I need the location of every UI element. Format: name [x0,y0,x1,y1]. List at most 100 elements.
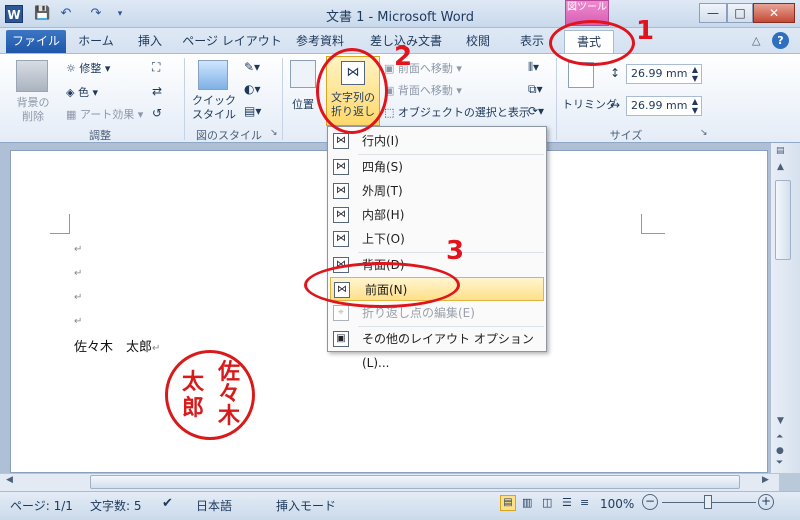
stamp-char: 木 [218,403,241,429]
menu-item-top-bottom[interactable]: ⋈ 上下(O) [328,227,546,251]
maximize-button[interactable]: □ [727,3,753,23]
reset-picture-icon[interactable]: ↺ [152,106,162,120]
art-effects-icon: ▦ [66,108,80,121]
tab-insert[interactable]: 挿入 [128,30,172,53]
group-icon[interactable]: ⧉▾ [528,82,543,97]
zoom-in-icon[interactable]: + [758,494,774,510]
picture-layout-icon[interactable]: ▤▾ [244,104,261,118]
menu-item-through[interactable]: ⋈ 内部(H) [328,203,546,227]
wrap-through-icon: ⋈ [333,207,349,223]
position-icon [290,60,316,88]
group-separator [282,58,283,140]
change-picture-icon[interactable]: ⇄ [152,84,162,98]
seal-stamp-image[interactable]: 佐 々 木 太 郎 [165,350,255,440]
menu-item-square[interactable]: ⋈ 四角(S) [328,155,546,179]
width-spinner-icon[interactable]: ▲ ▼ [692,97,698,115]
zoom-level[interactable]: 100% [600,497,634,511]
group-separator [184,58,185,140]
picture-border-icon[interactable]: ✎▾ [244,60,260,74]
remove-background-button[interactable]: 背景の 削除 [12,96,54,124]
status-word-count[interactable]: 文字数: 5 [90,497,142,514]
stamp-char: 々 [218,381,241,407]
full-screen-reading-icon[interactable]: ▥ [522,496,532,509]
quick-styles-icon [198,60,228,90]
group-separator [556,58,557,140]
web-layout-icon[interactable]: ◫ [542,496,552,509]
margin-corner-top-right [641,214,665,234]
color-palette-icon: ◈ [66,86,78,99]
scroll-down-icon[interactable]: ▼ [777,416,784,426]
tab-file[interactable]: ファイル [6,30,66,53]
next-page-icon[interactable]: ⏷ [776,458,783,468]
width-icon: ↔ [610,98,621,112]
status-page[interactable]: ページ: 1/1 [10,497,73,514]
group-label-picture-styles: 図のスタイル [196,129,262,142]
crop-button[interactable]: トリミング [562,96,617,112]
height-spinner-icon[interactable]: ▲ ▼ [692,65,698,83]
picture-effects-icon[interactable]: ◐▾ [244,82,261,96]
selection-pane-button[interactable]: ⬚ オブジェクトの選択と表示 [384,104,530,120]
edit-wrap-points-icon: ⌖ [333,305,349,321]
zoom-out-icon[interactable]: − [642,494,658,510]
sun-icon: ☼ [66,62,80,75]
wrap-top-bottom-icon: ⋈ [333,231,349,247]
wrap-tight-icon: ⋈ [333,183,349,199]
wrap-square-icon: ⋈ [333,159,349,175]
layout-options-icon: ▣ [333,331,349,347]
scroll-left-icon[interactable]: ◀ [6,475,13,485]
tab-review[interactable]: 校閲 [456,30,500,53]
position-button[interactable]: 位置 [288,96,318,112]
rotate-icon[interactable]: ⟳▾ [528,104,544,118]
draft-view-icon[interactable]: ≡ [580,496,589,509]
wrap-text-dropdown: ⋈ 行内(I) ⋈ 四角(S) ⋈ 外周(T) ⋈ 内部(H) ⋈ 上下(O) ⋈ 背面(D… [327,126,547,370]
send-backward-button[interactable]: ▣ 背面へ移動 ▾ [384,82,462,98]
annotation-number-1: 1 [636,16,655,46]
status-insert-mode[interactable]: 挿入モード [276,497,336,514]
menu-item-tight[interactable]: ⋈ 外周(T) [328,179,546,203]
tab-page-layout[interactable]: ページ レイアウト [182,30,282,53]
stamp-char: 佐 [218,359,241,385]
annotation-circle-2 [316,48,388,134]
outline-view-icon[interactable]: ☰ [562,496,572,509]
minimize-button[interactable]: — [699,3,727,23]
tab-view[interactable]: 表示 [510,30,554,53]
corrections-button[interactable]: ☼ 修整 ▾ [66,60,158,76]
menu-item-more-layout-options[interactable]: ▣ その他のレイアウト オプション(L)... [328,327,546,370]
print-layout-view-icon[interactable]: ▤ [500,495,516,511]
stamp-char: 太 [182,369,205,395]
align-icon[interactable]: ⫴▾ [528,60,539,75]
paragraph-mark: ↵ [74,316,83,327]
previous-page-icon[interactable]: ⏶ [776,432,783,442]
height-icon: ↕ [610,66,621,80]
ribbon-collapse-icon[interactable]: △ [752,34,760,47]
scroll-right-icon[interactable]: ▶ [762,475,769,485]
horizontal-scroll-thumb[interactable] [90,475,740,489]
proofing-icon[interactable]: ✔ [162,496,173,511]
browse-object-icon[interactable]: ● [776,446,784,456]
status-language[interactable]: 日本語 [196,497,232,514]
dialog-launcher-icon[interactable]: ↘ [700,128,708,138]
height-field[interactable]: 26.99 mm ▲ ▼ [626,64,702,84]
ruler-toggle-icon[interactable]: ▤ [776,146,785,156]
dialog-launcher-icon[interactable]: ↘ [270,128,278,138]
group-label-size: サイズ [609,129,643,142]
scroll-up-icon[interactable]: ▲ [777,162,784,172]
quick-styles-button[interactable]: クイック スタイル [190,94,238,122]
annotation-circle-1 [549,20,635,66]
color-button[interactable]: ◈ 色 ▾ [66,84,158,100]
compress-pictures-icon[interactable]: ⛶ [152,60,160,75]
annotation-circle-3 [304,262,460,308]
document-name-text[interactable]: 佐々木 太郎↵ [74,336,160,355]
margin-corner-top-left [50,214,70,234]
close-button[interactable]: ✕ [753,3,795,23]
zoom-slider-thumb[interactable] [704,495,712,509]
stamp-char: 郎 [182,395,205,421]
wrap-inline-icon: ⋈ [333,133,349,149]
width-field[interactable]: 26.99 mm ▲ ▼ [626,96,702,116]
group-label-adjust: 調整 [89,129,111,142]
tab-home[interactable]: ホーム [72,30,120,53]
vertical-scroll-thumb[interactable] [775,180,791,260]
paragraph-mark: ↵ [74,268,83,279]
help-icon[interactable]: ? [772,32,789,49]
remove-background-icon [16,60,48,92]
